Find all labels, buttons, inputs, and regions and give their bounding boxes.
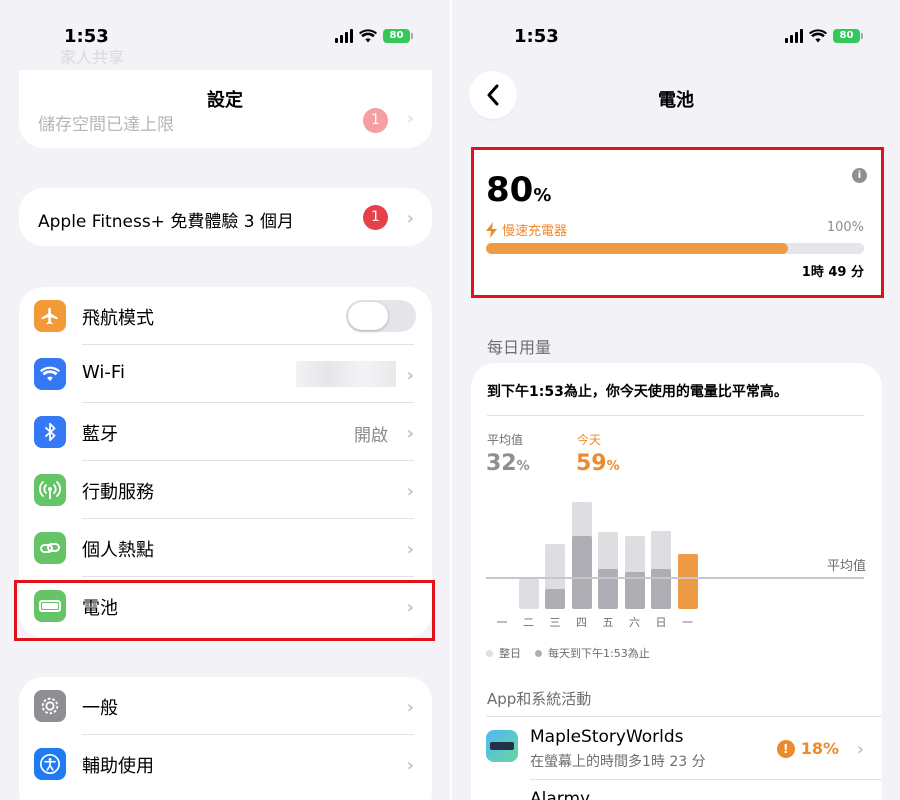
row-label: 輔助使用: [82, 756, 154, 777]
avg-value: 32%: [486, 451, 530, 476]
app-detail: 在螢幕上的時間多1時 23 分: [530, 754, 706, 770]
settings-row-airplane[interactable]: 飛航模式: [19, 287, 432, 345]
chevron-right-icon: ›: [406, 697, 414, 718]
cellular-signal-icon: [785, 29, 803, 43]
accessibility-icon: [34, 748, 66, 780]
family-sharing-row: 家人共享: [60, 48, 125, 67]
general-group: 一般 › 輔助使用 ›: [19, 677, 432, 800]
row-label: 個人熱點: [82, 540, 154, 561]
row-label: 一般: [82, 698, 118, 719]
battery-status-icon: 80: [833, 29, 863, 43]
gear-icon: [34, 690, 66, 722]
row-label: 行動服務: [82, 482, 154, 503]
usage-summary: 到下午1:53為止，你今天使用的電量比平常高。: [487, 384, 788, 400]
page-title: 電池: [658, 90, 694, 111]
settings-screen: 1:53 80 家人共享 儲存空間已達上限 1 › 設定 Apple Fitne…: [0, 0, 450, 800]
wifi-status-icon: [809, 29, 827, 43]
status-bar: 1:53 80: [452, 26, 900, 50]
row-label: Wi-Fi: [82, 362, 125, 383]
highlight-box: [471, 147, 884, 298]
fitness-offer-label: Apple Fitness+ 免費體驗 3 個月: [38, 212, 294, 232]
cellular-signal-icon: [335, 29, 353, 43]
redacted-network-name: [296, 361, 396, 387]
today-value: 59%: [576, 451, 620, 476]
notification-badge: 1: [363, 205, 388, 230]
highlight-box: [14, 580, 435, 641]
chevron-right-icon: ›: [406, 539, 414, 560]
chevron-right-icon: ›: [406, 423, 414, 444]
today-label: 今天: [577, 433, 602, 447]
chevron-right-icon: ›: [406, 481, 414, 502]
battery-screen: 1:53 80 電池 80% i 慢速充電器 100% 1時 49 分 每日用量…: [452, 0, 900, 800]
average-line: [486, 577, 864, 579]
settings-row-hotspot[interactable]: 個人熱點 ›: [19, 519, 432, 577]
settings-row-accessibility[interactable]: 輔助使用 ›: [19, 735, 432, 793]
bluetooth-icon: [34, 416, 66, 448]
app-percent: 18%: [800, 739, 839, 758]
settings-row-bluetooth[interactable]: 藍牙 開啟 ›: [19, 403, 432, 461]
chevron-right-icon: ›: [856, 739, 864, 760]
settings-row-general[interactable]: 一般 ›: [19, 677, 432, 735]
page-title: 設定: [207, 90, 243, 111]
row-label: 飛航模式: [82, 308, 154, 329]
next-app-name: Alarmy: [530, 789, 591, 800]
app-activity-header: App和系統活動: [487, 690, 592, 708]
chevron-right-icon: ›: [406, 208, 414, 229]
warning-icon: !: [776, 739, 795, 758]
app-name: MapleStoryWorlds: [530, 727, 684, 747]
battery-status-icon: 80: [383, 29, 413, 43]
legend-partial-swatch: [535, 649, 542, 657]
app-icon: [486, 730, 518, 762]
legend-partial-label: 每天到下午1:53為止: [548, 647, 650, 660]
daily-usage-header: 每日用量: [487, 338, 552, 357]
app-row[interactable]: MapleStoryWorlds 在螢幕上的時間多1時 23 分 ! 18% ›: [471, 717, 882, 779]
hotspot-icon: [34, 532, 66, 564]
avg-label: 平均值: [487, 433, 524, 447]
airplane-icon: [34, 300, 66, 332]
settings-row-wifi[interactable]: Wi-Fi ›: [19, 345, 432, 403]
airplane-mode-toggle[interactable]: [346, 300, 416, 332]
chevron-right-icon: ›: [406, 755, 414, 776]
antenna-icon: [34, 474, 66, 506]
bluetooth-status-value: 開啟: [354, 426, 388, 446]
chevron-right-icon: ›: [406, 365, 414, 386]
storage-full-label: 儲存空間已達上限: [38, 115, 174, 135]
avg-line-label: 平均值: [826, 559, 866, 574]
legend-full-swatch: [486, 649, 493, 657]
chart-legend: 整日 每天到下午1:53為止: [486, 645, 650, 661]
settings-row-cellular[interactable]: 行動服務 ›: [19, 461, 432, 519]
status-time: 1:53: [514, 26, 559, 47]
wifi-icon: [34, 358, 66, 390]
wifi-status-icon: [359, 29, 377, 43]
row-label: 藍牙: [82, 424, 118, 445]
fitness-offer-row[interactable]: Apple Fitness+ 免費體驗 3 個月 1 ›: [19, 188, 432, 246]
legend-full-label: 整日: [499, 647, 521, 660]
